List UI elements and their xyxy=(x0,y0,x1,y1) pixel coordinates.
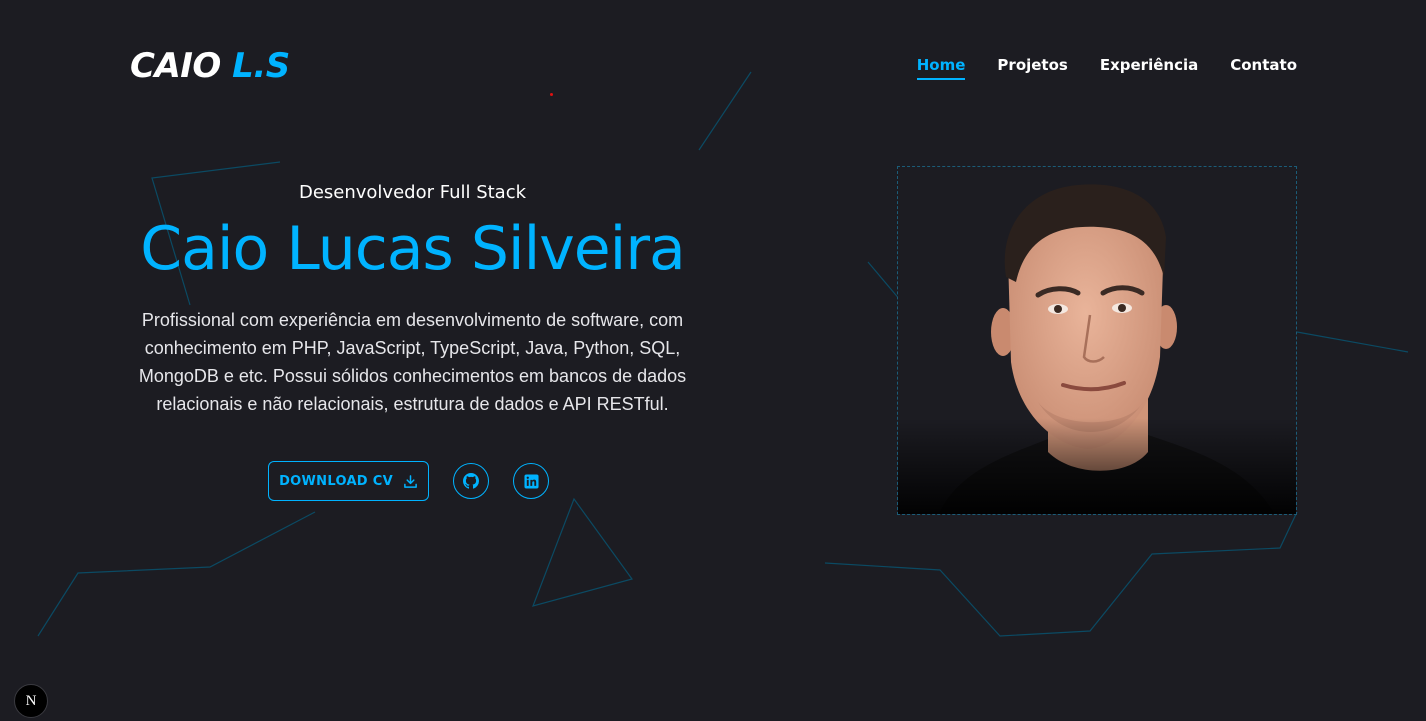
hero-section: Desenvolvedor Full Stack Caio Lucas Silv… xyxy=(100,182,725,418)
download-cv-button[interactable]: DOWNLOAD CV xyxy=(268,461,429,501)
dev-badge[interactable]: N xyxy=(14,684,48,718)
site-logo[interactable]: CAIO L.S xyxy=(130,46,290,86)
nav-projetos[interactable]: Projetos xyxy=(997,56,1067,80)
main-nav: Home Projetos Experiência Contato xyxy=(916,56,1297,80)
profile-photo xyxy=(897,166,1297,515)
nav-contato[interactable]: Contato xyxy=(1230,56,1297,80)
hero-actions: DOWNLOAD CV xyxy=(268,461,549,501)
nav-experiencia[interactable]: Experiência xyxy=(1100,56,1198,80)
linkedin-icon xyxy=(523,473,539,489)
github-button[interactable] xyxy=(453,463,489,499)
hero-role: Desenvolvedor Full Stack xyxy=(298,182,527,203)
hero-name: Caio Lucas Silveira xyxy=(140,214,686,284)
download-icon xyxy=(404,474,417,488)
download-cv-label: DOWNLOAD CV xyxy=(279,473,393,489)
profile-portrait xyxy=(898,167,1296,514)
logo-first: CAIO xyxy=(130,46,221,86)
hero-bio: Profissional com experiência em desenvol… xyxy=(138,310,687,414)
red-dot xyxy=(550,93,553,96)
github-icon xyxy=(463,473,479,489)
linkedin-button[interactable] xyxy=(513,463,549,499)
logo-accent: L.S xyxy=(232,46,290,86)
nav-home[interactable]: Home xyxy=(916,56,965,80)
